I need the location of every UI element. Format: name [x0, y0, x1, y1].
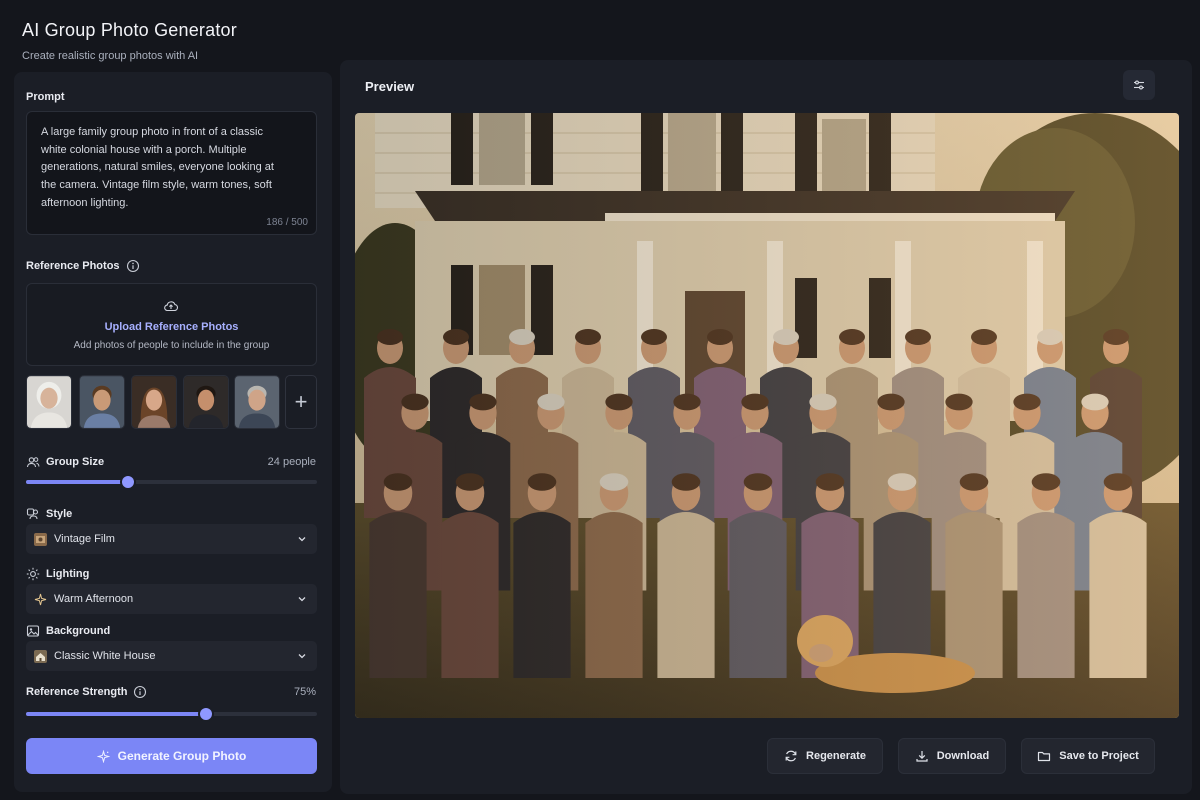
chevron-down-icon: [298, 654, 306, 659]
char-count: 186 / 500: [266, 217, 308, 228]
style-select-value: Vintage Film: [54, 533, 115, 545]
reference-thumb[interactable]: [234, 375, 280, 429]
style-label-text: Style: [46, 508, 73, 520]
prompt-textarea[interactable]: A large family group photo in front of a…: [26, 111, 317, 235]
upload-dropzone[interactable]: Upload Reference Photos Add photos of pe…: [26, 283, 317, 366]
reference-thumb[interactable]: [26, 375, 72, 429]
style-select[interactable]: Vintage Film: [26, 524, 317, 554]
group-size-slider-fill: [26, 480, 128, 484]
group-size-slider[interactable]: [26, 476, 317, 488]
generate-button-label: Generate Group Photo: [117, 749, 247, 763]
sun-icon: [26, 567, 40, 581]
refresh-icon: [785, 750, 797, 762]
download-button-label: Download: [936, 750, 990, 762]
app-header: AI Group Photo Generator Create realisti…: [22, 20, 237, 62]
reference-photos-label-text: Reference Photos: [26, 260, 120, 272]
prompt-text[interactable]: A large family group photo in front of a…: [41, 124, 281, 213]
reference-thumb[interactable]: [183, 375, 229, 429]
chevron-down-icon: [298, 597, 306, 602]
reference-strength-label: Reference Strength: [26, 685, 147, 699]
group-size-label-text: Group Size: [46, 456, 105, 468]
background-select-value: Classic White House: [54, 650, 156, 662]
app-title: AI Group Photo Generator: [22, 20, 237, 40]
background-select[interactable]: Classic White House: [26, 641, 317, 671]
info-icon[interactable]: [126, 259, 140, 273]
save-to-project-button[interactable]: Save to Project: [1021, 738, 1155, 774]
sparkle-icon: [34, 593, 47, 606]
info-icon[interactable]: [133, 685, 147, 699]
download-button[interactable]: Download: [898, 738, 1006, 774]
image-icon: [26, 625, 40, 637]
vintage-film-icon: [34, 532, 47, 546]
reference-strength-slider[interactable]: [26, 708, 317, 720]
generate-button[interactable]: Generate Group Photo: [26, 738, 317, 774]
upload-title[interactable]: Upload Reference Photos: [27, 321, 316, 333]
preview-title: Preview: [365, 79, 415, 94]
prompt-label: Prompt: [26, 91, 65, 103]
group-size-value: 24 people: [267, 456, 316, 468]
reference-thumb[interactable]: [131, 375, 177, 429]
upload-subtitle: Add photos of people to include in the g…: [73, 340, 270, 351]
reference-strength-slider-fill: [26, 712, 206, 716]
lighting-select[interactable]: Warm Afternoon: [26, 584, 317, 614]
app-subtitle: Create realistic group photos with AI: [22, 50, 199, 62]
prompt-label-text: Prompt: [26, 91, 65, 103]
lighting-select-value: Warm Afternoon: [54, 593, 134, 605]
reference-thumb[interactable]: [79, 375, 125, 429]
users-icon: [26, 457, 40, 468]
reference-strength-slider-thumb[interactable]: [200, 708, 212, 720]
lighting-label-text: Lighting: [46, 568, 90, 580]
download-icon: [916, 751, 928, 762]
background-label-text: Background: [46, 625, 111, 637]
reference-strength-label-text: Reference Strength: [26, 686, 128, 698]
reference-strength-value: 75%: [293, 686, 316, 698]
lighting-label: Lighting: [26, 567, 89, 581]
reference-photos-label: Reference Photos: [26, 259, 140, 273]
group-size-label: Group Size: [26, 455, 104, 469]
sparkle-icon: [96, 749, 110, 763]
upload-icon: [164, 301, 178, 312]
generated-group-photo: [355, 113, 1179, 718]
style-label: Style: [26, 507, 72, 521]
background-label: Background: [26, 624, 110, 638]
people-icon: [26, 508, 39, 520]
adjustments-button[interactable]: [1123, 70, 1155, 100]
regenerate-button-label: Regenerate: [806, 750, 866, 762]
regenerate-button[interactable]: Regenerate: [767, 738, 883, 774]
sliders-icon: [1134, 80, 1144, 90]
save-to-project-button-label: Save to Project: [1059, 750, 1139, 762]
add-reference-button[interactable]: +: [285, 375, 317, 429]
group-size-slider-thumb[interactable]: [122, 476, 134, 488]
folder-icon: [1038, 751, 1051, 762]
house-icon: [34, 649, 47, 663]
chevron-down-icon: [298, 537, 306, 542]
